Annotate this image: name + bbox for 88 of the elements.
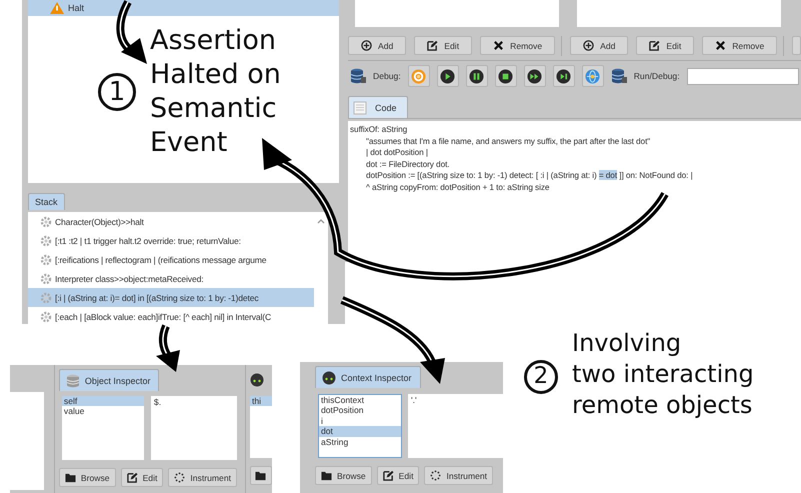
database-icon	[66, 374, 80, 388]
code-line: dotPosition := [(aString size to: 1 by: -1) detect: [ :i | (aString at: i) = dot ]] on: NotFound do: |	[365, 170, 694, 182]
code-line: | dot dotPosition |	[365, 147, 429, 159]
gear-icon	[40, 254, 52, 266]
globe-button[interactable]	[582, 65, 604, 87]
value-text: $.	[154, 397, 162, 407]
scroll-up-icon[interactable]	[317, 218, 325, 224]
variable-item[interactable]: i	[319, 416, 401, 426]
warning-icon	[50, 2, 64, 14]
robot-icon	[250, 373, 264, 387]
stop-icon	[498, 68, 514, 84]
stack-tab[interactable]: Stack	[28, 193, 65, 210]
variable-item[interactable]: self	[62, 396, 144, 406]
variable-item[interactable]: aString	[319, 436, 401, 448]
skip-icon	[556, 68, 572, 84]
plus-circle-icon	[361, 40, 372, 51]
annotation-text: Involving two interacting remote objects	[572, 328, 754, 421]
code-editor[interactable]	[348, 121, 801, 262]
dotted-circle-icon	[174, 472, 186, 483]
gear-icon	[40, 216, 52, 228]
folder-icon	[64, 472, 76, 483]
variable-item[interactable]: value	[62, 406, 144, 417]
run-debug-field[interactable]	[686, 68, 799, 84]
gear-icon	[40, 234, 52, 246]
gear-icon	[40, 272, 52, 284]
pause-icon	[469, 68, 484, 84]
folder-icon	[321, 470, 332, 481]
database-icon	[350, 68, 366, 84]
circled-number: 1	[98, 73, 136, 111]
context-inspector-tab[interactable]: Context Inspector	[315, 366, 421, 388]
plus-circle-icon	[583, 40, 594, 51]
skip-button[interactable]	[552, 65, 575, 87]
fast-forward-button[interactable]	[524, 65, 546, 87]
pencil-icon	[649, 40, 660, 51]
stack-frame[interactable]: Character(Object)>>halt	[28, 212, 314, 231]
stack-frame[interactable]: [:reifications | reflectogram | (reifications message argume	[28, 250, 314, 269]
variable-item[interactable]: thi	[250, 396, 272, 406]
play-button[interactable]	[436, 65, 459, 87]
circled-number: 2	[524, 360, 558, 394]
edit-button[interactable]: Edit	[376, 466, 420, 485]
pencil-icon	[126, 472, 138, 483]
refresh-icon	[411, 68, 426, 84]
gear-icon	[40, 310, 52, 322]
add-button[interactable]: Add	[570, 36, 628, 55]
variable-item[interactable]: thisContext	[319, 395, 401, 406]
stack-frame[interactable]: [:each | [aBlock value: each]ifTrue: [^ each] nil] in Interval(C	[28, 307, 314, 324]
browse-button[interactable]: Browse	[315, 466, 372, 485]
variable-item[interactable]: dot	[319, 426, 401, 437]
globe-icon	[585, 68, 600, 84]
document-icon	[353, 100, 367, 114]
code-line: suffixOf: aString	[350, 124, 408, 136]
stop-button[interactable]	[494, 65, 517, 87]
instrument-button[interactable]: Instrument	[168, 468, 237, 487]
fast-forward-icon	[527, 68, 542, 84]
list-item[interactable]: Halt	[28, 0, 339, 16]
dotted-circle-icon	[430, 470, 442, 481]
robot-icon	[322, 370, 336, 384]
pencil-icon	[382, 470, 394, 481]
code-line: ^ aString copyFrom: dotPosition + 1 to: aString size	[365, 182, 550, 194]
stack-frame[interactable]: [:t1 :t2 | t1 trigger halt.t2 override: true; returnValue:	[28, 231, 314, 250]
add-button[interactable]: Add	[348, 36, 406, 55]
x-icon	[493, 40, 504, 51]
code-line: "assumes that I'm a file name, and answers my suffix, the part after the last dot"	[365, 136, 652, 148]
stack-frame[interactable]: [:i | (aString at: i)= dot] in [(aString size to: 1 by: -1)detec	[28, 288, 314, 307]
play-icon	[440, 68, 456, 84]
code-line: dot := FileDirectory dot.	[365, 158, 450, 170]
edit-button[interactable]: Edit	[414, 36, 472, 55]
variable-item[interactable]: dotPosition	[319, 405, 401, 416]
debug-label: Debug:	[373, 71, 401, 81]
edit-button[interactable]: Edit	[120, 468, 164, 487]
code-tab[interactable]: Code	[348, 96, 408, 118]
edit-button[interactable]: Edit	[636, 36, 694, 55]
folder-icon	[255, 470, 266, 481]
object-inspector-tab[interactable]: Object Inspector	[58, 369, 160, 391]
x-icon	[715, 40, 726, 51]
gear-icon	[40, 292, 52, 304]
instrument-button[interactable]: Instrument	[424, 466, 494, 485]
browse-button[interactable]	[250, 466, 272, 485]
value-text: '.'	[411, 395, 417, 405]
remove-button[interactable]: Remove	[702, 36, 778, 55]
pencil-icon	[427, 40, 438, 51]
stack-frame[interactable]: Interpreter class>>object:metaReceived:	[28, 269, 314, 288]
run-debug-label: Run/Debug:	[634, 71, 680, 81]
annotation-text: Assertion Halted on Semantic Event	[150, 24, 281, 160]
remove-button[interactable]: Remove	[480, 36, 556, 55]
pause-button[interactable]	[466, 65, 488, 87]
database-icon	[610, 68, 627, 84]
browse-button[interactable]: Browse	[58, 468, 116, 487]
